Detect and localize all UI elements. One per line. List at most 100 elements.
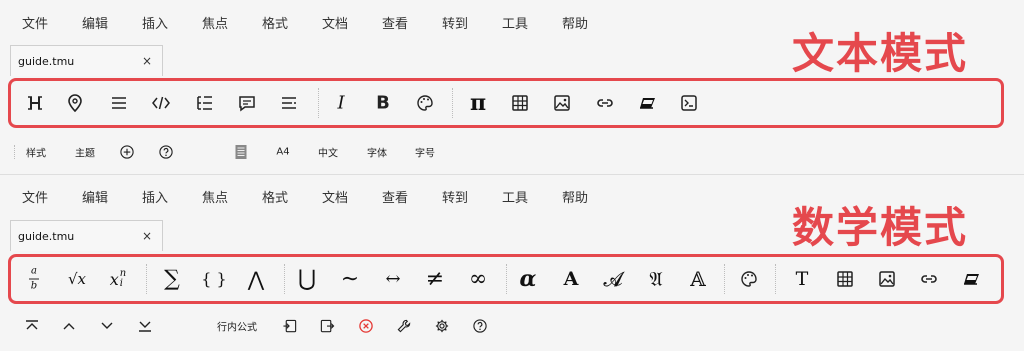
sim-button[interactable]: ∼ <box>341 267 359 292</box>
move-up-icon[interactable] <box>61 319 77 333</box>
paragraph-list-icon[interactable] <box>109 93 129 113</box>
move-first-icon[interactable] <box>24 319 40 333</box>
toolbar-separator <box>318 88 319 118</box>
fraction-denominator: b <box>30 280 38 292</box>
help-icon[interactable] <box>473 319 488 334</box>
paper-size-button[interactable]: A4 <box>276 147 289 158</box>
move-last-icon[interactable] <box>137 319 153 333</box>
heading-icon[interactable] <box>25 93 45 113</box>
tab-close-button[interactable]: × <box>142 229 152 243</box>
menu-edit[interactable]: 编辑 <box>82 187 108 206</box>
terminal-icon[interactable] <box>679 93 699 113</box>
settings-gear-icon[interactable] <box>435 319 450 334</box>
toolbar-separator <box>146 264 147 294</box>
menu-view[interactable]: 查看 <box>382 187 408 206</box>
font-size-button[interactable]: 字号 <box>415 145 435 160</box>
theme-button[interactable]: 主题 <box>75 145 95 160</box>
palette-icon[interactable] <box>739 269 759 289</box>
menu-focus[interactable]: 焦点 <box>202 187 228 206</box>
menu-format[interactable]: 格式 <box>262 13 288 32</box>
leftrightarrow-button[interactable]: ↔ <box>385 269 400 290</box>
insert-right-icon[interactable] <box>320 319 335 334</box>
document-page-icon[interactable] <box>235 144 248 160</box>
fraction-numerator: a <box>31 265 37 277</box>
menu-help[interactable]: 帮助 <box>562 13 588 32</box>
move-down-icon[interactable] <box>99 319 115 333</box>
link-icon[interactable] <box>595 93 615 113</box>
blackboard-button[interactable]: 𝔸 <box>690 267 706 291</box>
menu-goto[interactable]: 转到 <box>442 187 468 206</box>
table-icon[interactable] <box>835 269 855 289</box>
table-icon[interactable] <box>510 93 530 113</box>
menu-edit[interactable]: 编辑 <box>82 13 108 32</box>
script-sub: i <box>119 278 123 289</box>
menu-goto[interactable]: 转到 <box>442 13 468 32</box>
calligraphic-button[interactable]: 𝓐 <box>603 267 622 291</box>
toolbar-separator <box>506 264 507 294</box>
document-tab[interactable]: guide.tmu × <box>10 220 163 251</box>
toolbar-separator <box>775 264 776 294</box>
fraction-button[interactable]: a b <box>29 265 39 292</box>
tab-close-button[interactable]: × <box>142 54 152 68</box>
eraser-icon[interactable] <box>962 269 982 289</box>
menu-file[interactable]: 文件 <box>22 13 48 32</box>
menu-insert[interactable]: 插入 <box>142 13 168 32</box>
menu-format[interactable]: 格式 <box>262 187 288 206</box>
toolbar-separator <box>284 264 285 294</box>
font-button[interactable]: 字体 <box>367 145 387 160</box>
bold-button[interactable]: B <box>376 93 390 114</box>
script-base: x <box>109 269 119 289</box>
image-icon[interactable] <box>877 269 897 289</box>
add-icon[interactable] <box>120 145 135 160</box>
menu-document[interactable]: 文档 <box>322 13 348 32</box>
bold-math-button[interactable]: A <box>564 268 579 290</box>
delete-icon[interactable] <box>359 319 374 334</box>
sqrt-button[interactable]: √x <box>68 270 86 288</box>
cup-button[interactable]: ⋃ <box>298 267 316 292</box>
palette-icon[interactable] <box>415 93 435 113</box>
location-pin-icon[interactable] <box>65 93 85 113</box>
math-toolbar: a b √x x n i ∑ { } ⋀ ⋃ ∼ ↔ ≠ ∞ α A 𝓐 𝔄 𝔸… <box>8 254 1004 304</box>
text-mode-button[interactable]: T <box>796 268 809 290</box>
menu-focus[interactable]: 焦点 <box>202 13 228 32</box>
tab-title: guide.tmu <box>18 55 75 68</box>
fraktur-button[interactable]: 𝔄 <box>649 267 662 291</box>
insert-left-icon[interactable] <box>283 319 298 334</box>
align-list-icon[interactable] <box>279 93 299 113</box>
image-icon[interactable] <box>552 93 572 113</box>
tab-title: guide.tmu <box>18 230 75 243</box>
language-button[interactable]: 中文 <box>318 145 338 160</box>
menu-tools[interactable]: 工具 <box>502 13 528 32</box>
italic-button[interactable]: I <box>337 93 344 114</box>
infinity-button[interactable]: ∞ <box>469 267 487 292</box>
code-icon[interactable] <box>151 93 171 113</box>
outline-list-icon[interactable] <box>195 93 215 113</box>
menu-insert[interactable]: 插入 <box>142 187 168 206</box>
menu-tools[interactable]: 工具 <box>502 187 528 206</box>
braces-button[interactable]: { } <box>201 270 226 289</box>
document-tab[interactable]: guide.tmu × <box>10 45 163 76</box>
style-button[interactable]: 样式 <box>26 145 46 160</box>
help-icon[interactable] <box>159 145 174 160</box>
section-divider <box>0 174 1024 175</box>
math-statusbar: 行内公式 <box>0 311 1024 341</box>
menu-view[interactable]: 查看 <box>382 13 408 32</box>
inline-formula-button[interactable]: 行内公式 <box>217 319 257 334</box>
math-pi-button[interactable]: π <box>470 90 486 116</box>
subscript-superscript-button[interactable]: x n i <box>110 269 126 289</box>
wedge-button[interactable]: ⋀ <box>248 267 264 291</box>
comment-icon[interactable] <box>237 93 257 113</box>
eraser-icon[interactable] <box>638 93 658 113</box>
wrench-icon[interactable] <box>397 319 412 334</box>
menu-document[interactable]: 文档 <box>322 187 348 206</box>
sum-button[interactable]: ∑ <box>164 267 180 292</box>
text-statusbar: 样式 主题 A4 中文 字体 字号 <box>0 137 1024 167</box>
math-mode-label: 数学模式 <box>792 203 969 252</box>
toolbar-separator <box>452 88 453 118</box>
menu-file[interactable]: 文件 <box>22 187 48 206</box>
greek-alpha-button[interactable]: α <box>520 266 537 292</box>
neq-button[interactable]: ≠ <box>426 267 444 292</box>
link-icon[interactable] <box>919 269 939 289</box>
menu-help[interactable]: 帮助 <box>562 187 588 206</box>
toolbar-separator <box>724 264 725 294</box>
